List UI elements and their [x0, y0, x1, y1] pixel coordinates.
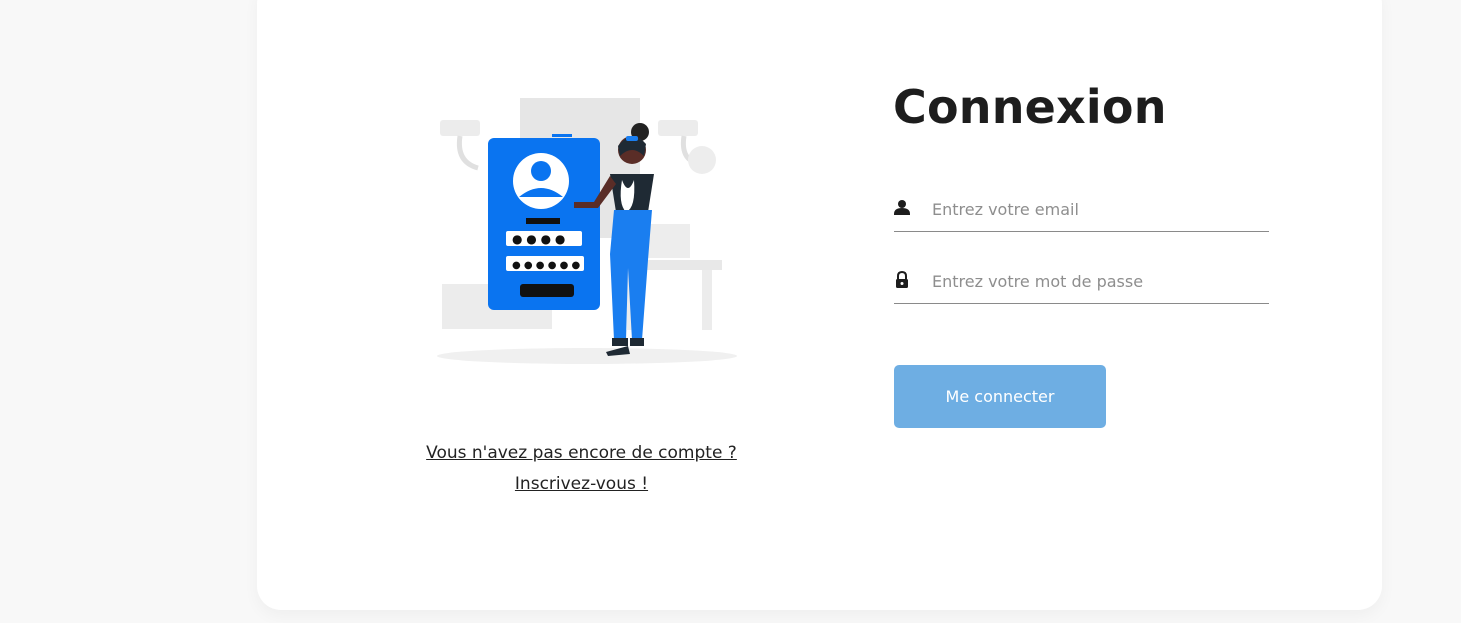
password-input[interactable] — [930, 263, 1264, 299]
signup-link-block: Vous n'avez pas encore de compte ? Inscr… — [400, 438, 763, 500]
svg-text:● ● ● ●: ● ● ● ● — [512, 232, 565, 246]
signup-link[interactable]: Inscrivez-vous ! — [515, 474, 648, 494]
password-field-wrapper — [894, 263, 1269, 304]
signup-prompt-link[interactable]: Vous n'avez pas encore de compte ? — [426, 443, 737, 463]
login-illustration: ● ● ● ● ● ● ● ● ● ● — [437, 98, 737, 364]
user-icon — [894, 200, 910, 215]
email-input[interactable] — [930, 191, 1264, 227]
email-field-wrapper — [894, 191, 1269, 232]
lock-icon — [896, 271, 908, 288]
svg-text:● ● ● ● ● ●: ● ● ● ● ● ● — [512, 260, 581, 271]
page-title: Connexion — [893, 80, 1167, 134]
login-button[interactable]: Me connecter — [894, 365, 1106, 428]
